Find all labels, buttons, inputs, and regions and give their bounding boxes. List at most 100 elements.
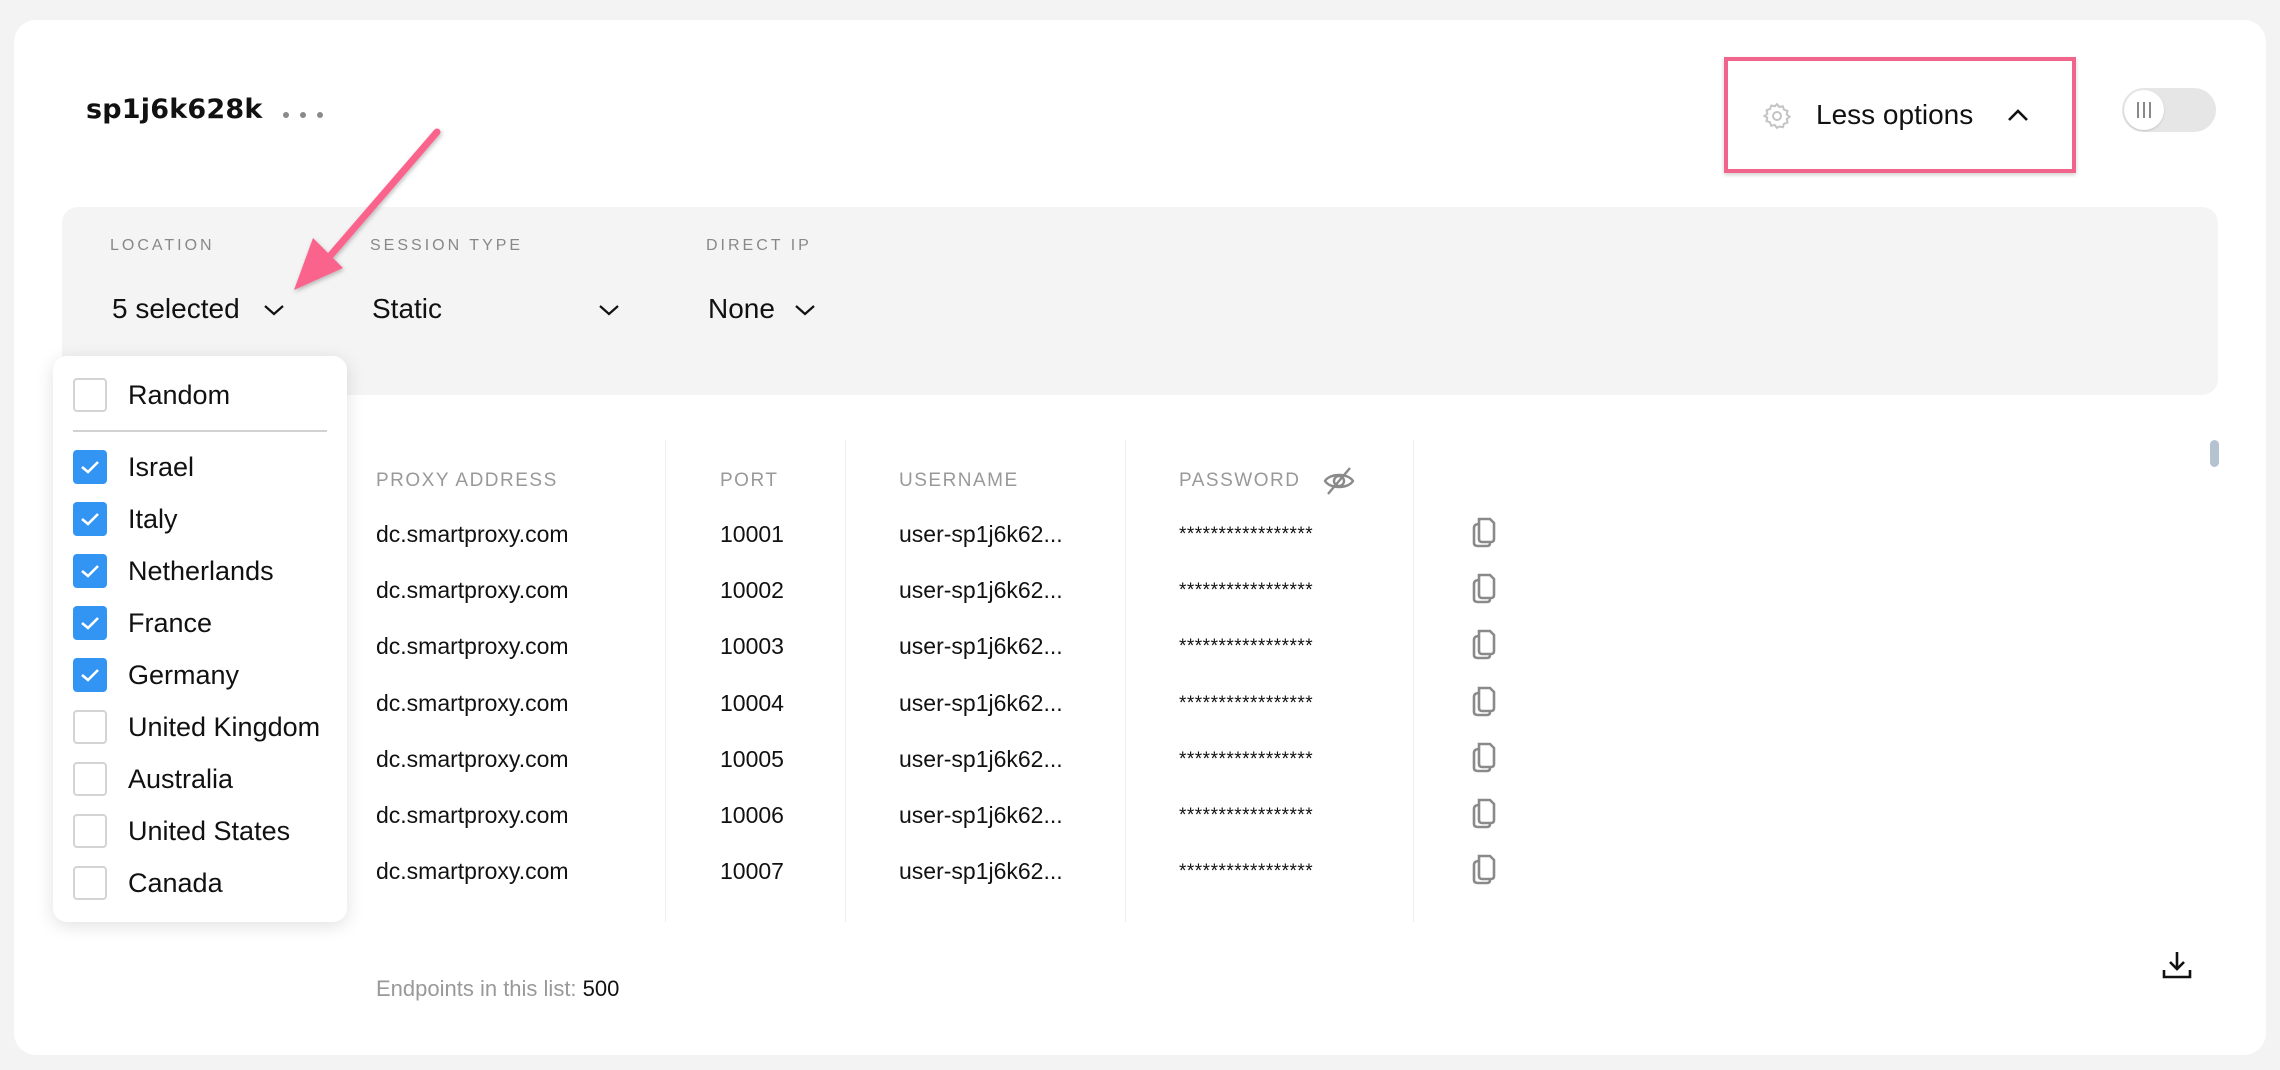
cell-proxy-address: dc.smartproxy.com: [376, 521, 569, 547]
cell-password: *****************: [1179, 636, 1314, 658]
location-value: 5 selected: [112, 293, 240, 324]
checkbox[interactable]: [73, 762, 107, 796]
eye-off-icon[interactable]: [1322, 464, 1356, 498]
cell-password: *****************: [1179, 692, 1314, 714]
less-options-button[interactable]: Less options: [1724, 57, 2076, 173]
cell-proxy-address: dc.smartproxy.com: [376, 745, 569, 772]
checkbox[interactable]: [73, 450, 107, 484]
cell-username: user-sp1j6k62...: [899, 577, 1063, 604]
endpoints-count-text: Endpoints in this list: 500: [376, 976, 619, 1002]
location-option-france[interactable]: France: [73, 605, 212, 641]
ellipsis-dot: [300, 112, 306, 118]
cell-proxy-address: dc.smartproxy.com: [376, 858, 569, 885]
session-type-value: Static: [372, 293, 443, 324]
cell-password: *****************: [1179, 748, 1314, 770]
cell-proxy-address: dc.smartproxy.com: [376, 802, 569, 828]
session-type-label: SESSION TYPE: [370, 237, 524, 254]
copy-icon[interactable]: [1470, 627, 1498, 661]
cell-username: user-sp1j6k62...: [899, 521, 1063, 547]
ellipsis-icon: [283, 112, 289, 118]
option-label: France: [128, 607, 213, 638]
check-icon: [81, 461, 99, 474]
cell-port: 10004: [720, 689, 784, 716]
toggle-switch[interactable]: [2122, 88, 2216, 132]
copy-icon[interactable]: [1470, 515, 1498, 549]
direct-ip-value: None: [708, 293, 775, 324]
cell-password: *****************: [1179, 580, 1314, 602]
location-option-israel[interactable]: Israel: [73, 449, 194, 485]
less-options-label: Less options: [1816, 99, 1974, 130]
chevron-up-icon: [2008, 109, 2028, 121]
direct-ip-select[interactable]: None: [708, 289, 828, 329]
option-label: United States: [128, 815, 291, 846]
option-label: Italy: [128, 503, 178, 534]
cell-proxy-address: dc.smartproxy.com: [376, 577, 569, 604]
checkbox[interactable]: [73, 554, 107, 588]
copy-icon[interactable]: [1470, 796, 1498, 830]
location-select[interactable]: 5 selected: [112, 289, 292, 329]
cell-port: 10003: [720, 633, 784, 660]
cell-username: user-sp1j6k62...: [899, 689, 1063, 716]
checkbox[interactable]: [73, 606, 107, 640]
cell-proxy-address: dc.smartproxy.com: [376, 689, 569, 716]
option-label: Netherlands: [128, 555, 274, 586]
option-label: Australia: [128, 763, 234, 794]
option-label: Israel: [128, 451, 195, 482]
option-label: United Kingdom: [128, 711, 321, 742]
column-header-username: USERNAME: [899, 470, 1019, 491]
gear-icon: [1762, 102, 1792, 130]
cell-username: user-sp1j6k62...: [899, 633, 1063, 660]
cell-port: 10002: [720, 577, 784, 604]
chevron-down-icon: [264, 305, 284, 316]
option-label: Random: [128, 379, 231, 410]
location-option-random[interactable]: Random: [73, 377, 230, 413]
column-divider: [1125, 440, 1126, 922]
chevron-down-icon: [795, 305, 815, 316]
session-type-select[interactable]: Static: [372, 289, 632, 329]
check-icon: [81, 669, 99, 682]
column-header-port: PORT: [720, 470, 779, 491]
location-option-germany[interactable]: Germany: [73, 657, 239, 693]
filter-panel: LOCATION 5 selected SESSION TYPE Static …: [62, 207, 2218, 395]
column-header-proxy-address: PROXY ADDRESS: [376, 470, 558, 491]
checkbox[interactable]: [73, 866, 107, 900]
location-option-united-kingdom[interactable]: United Kingdom: [73, 709, 320, 745]
toggle-knob: [2124, 90, 2164, 130]
check-icon: [81, 565, 99, 578]
ellipsis-dot: [317, 112, 323, 118]
direct-ip-label: DIRECT IP: [706, 237, 812, 254]
scrollbar-thumb[interactable]: [2210, 440, 2219, 467]
cell-password: *****************: [1179, 861, 1314, 883]
column-divider: [665, 440, 666, 922]
endpoints-count: 500: [582, 976, 620, 1001]
location-option-canada[interactable]: Canada: [73, 865, 223, 901]
checkbox[interactable]: [73, 814, 107, 848]
column-divider: [845, 440, 846, 922]
checkbox[interactable]: [73, 378, 107, 412]
more-options-button[interactable]: [283, 100, 323, 130]
check-icon: [81, 617, 99, 630]
checkbox[interactable]: [73, 710, 107, 744]
cell-port: 10005: [720, 745, 784, 772]
location-option-italy[interactable]: Italy: [73, 501, 178, 537]
copy-icon[interactable]: [1470, 571, 1498, 605]
cell-password: *****************: [1179, 524, 1314, 545]
copy-icon[interactable]: [1470, 740, 1498, 774]
checkbox[interactable]: [73, 502, 107, 536]
download-icon[interactable]: [2160, 948, 2194, 982]
cell-username: user-sp1j6k62...: [899, 745, 1063, 772]
cell-port: 10006: [720, 802, 784, 828]
cell-password: *****************: [1179, 805, 1314, 826]
cell-proxy-address: dc.smartproxy.com: [376, 633, 569, 660]
copy-icon[interactable]: [1470, 684, 1498, 718]
column-header-password: PASSWORD: [1179, 470, 1301, 491]
cell-username: user-sp1j6k62...: [899, 858, 1063, 885]
location-option-australia[interactable]: Australia: [73, 761, 233, 797]
checkbox[interactable]: [73, 658, 107, 692]
endpoints-label: Endpoints in this list:: [376, 976, 583, 1001]
location-option-netherlands[interactable]: Netherlands: [73, 553, 274, 589]
check-icon: [81, 513, 99, 526]
dropdown-divider: [73, 430, 327, 432]
location-option-united-states[interactable]: United States: [73, 813, 290, 849]
copy-icon[interactable]: [1470, 852, 1498, 886]
